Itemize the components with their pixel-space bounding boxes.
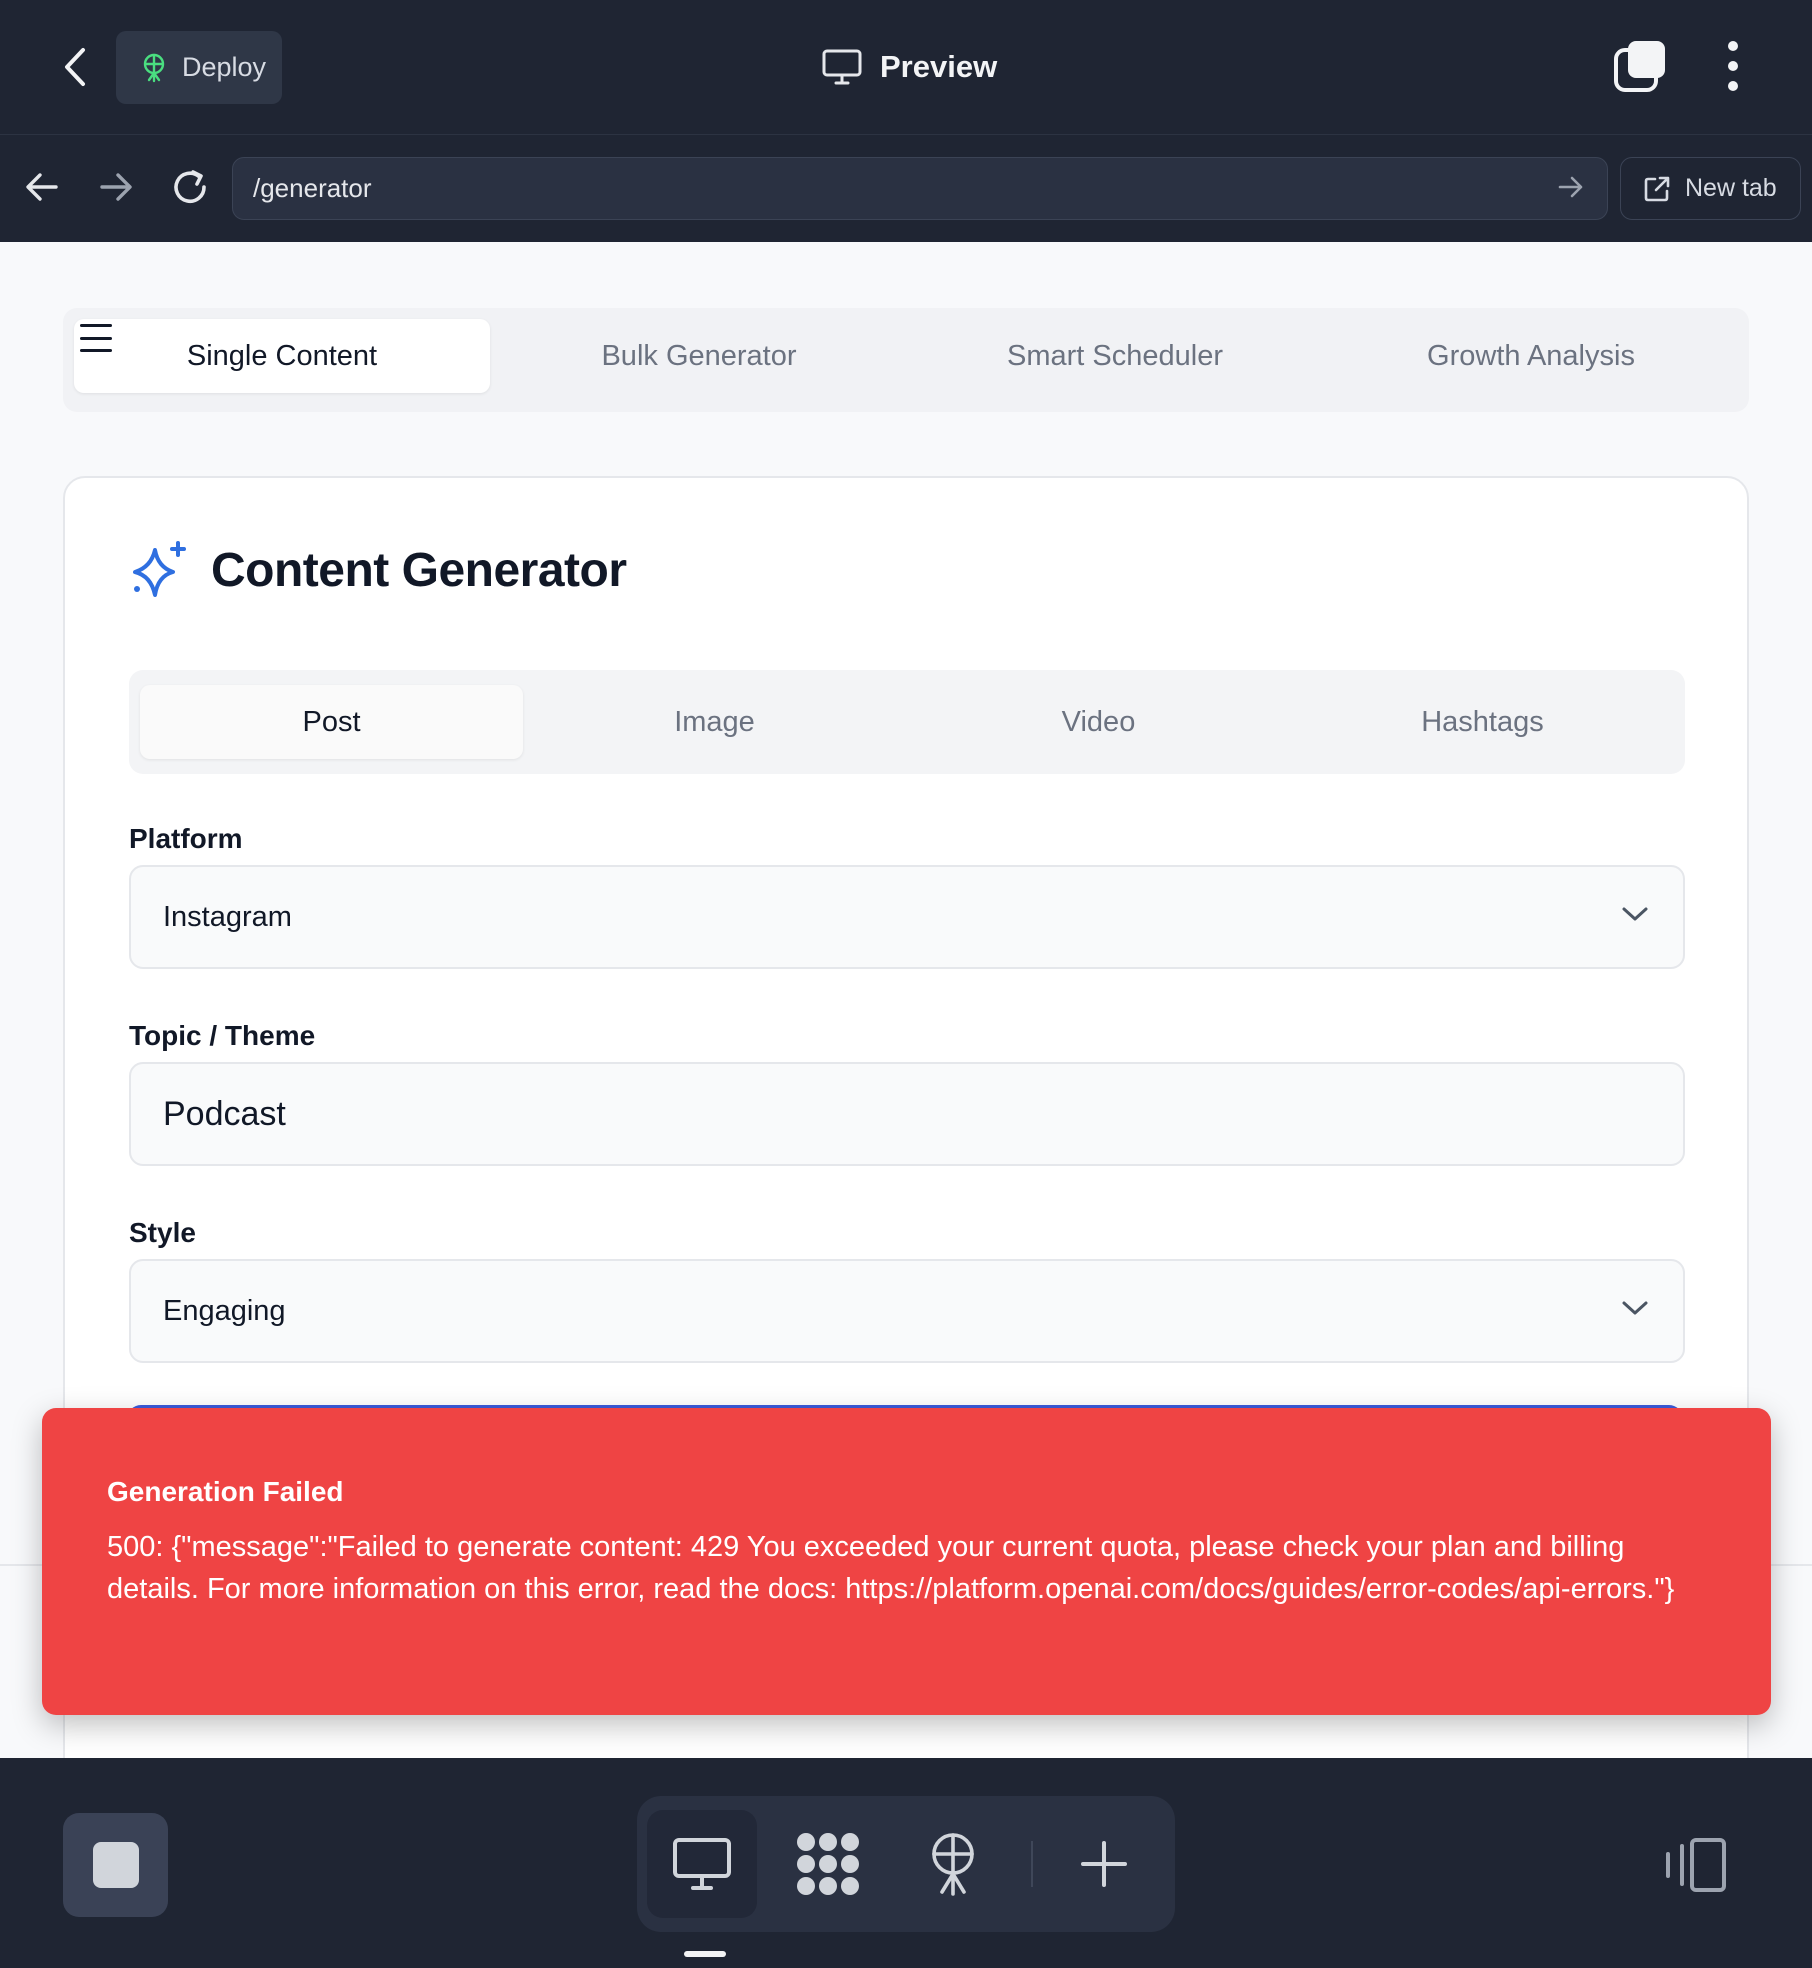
tab-bulk-generator[interactable]: Bulk Generator bbox=[491, 319, 907, 393]
tab-label: Hashtags bbox=[1421, 705, 1544, 738]
style-select[interactable]: Engaging bbox=[129, 1259, 1685, 1363]
nav-forward-button[interactable] bbox=[94, 165, 138, 209]
back-chevron-icon bbox=[65, 48, 85, 86]
preview-label: Preview bbox=[880, 49, 998, 84]
app-header: Deploy Preview bbox=[0, 0, 1812, 135]
url-text: /generator bbox=[253, 173, 372, 203]
nav-back-button[interactable] bbox=[20, 165, 64, 209]
deploy-label: Deploy bbox=[182, 52, 267, 82]
dock-bar bbox=[637, 1796, 1175, 1932]
arrow-right-icon bbox=[100, 173, 132, 201]
tab-hashtags[interactable]: Hashtags bbox=[1291, 685, 1674, 759]
preview-title: Preview bbox=[822, 40, 997, 94]
arrow-go-icon[interactable] bbox=[1557, 172, 1585, 202]
topic-value: Podcast bbox=[163, 1094, 286, 1133]
side-panel-icon bbox=[1666, 1838, 1726, 1892]
tab-label: Growth Analysis bbox=[1427, 339, 1635, 372]
style-label: Style bbox=[129, 1217, 196, 1248]
dock-desktop-button[interactable] bbox=[647, 1810, 757, 1918]
dock-apps-button[interactable] bbox=[773, 1810, 883, 1918]
deploy-button[interactable]: Deploy bbox=[116, 31, 282, 104]
tab-video[interactable]: Video bbox=[907, 685, 1290, 759]
monitor-icon bbox=[822, 49, 862, 85]
bottom-dock bbox=[0, 1758, 1812, 1968]
topic-label: Topic / Theme bbox=[129, 1020, 316, 1051]
broadcast-icon bbox=[932, 1833, 974, 1896]
external-link-icon bbox=[1644, 176, 1670, 201]
tab-image[interactable]: Image bbox=[523, 685, 906, 759]
deploy-tower-icon bbox=[143, 53, 165, 82]
toast-title: Generation Failed bbox=[107, 1476, 344, 1507]
platform-value: Instagram bbox=[163, 900, 292, 933]
tab-label: Image bbox=[674, 705, 755, 738]
desktop-icon bbox=[673, 1838, 731, 1890]
stop-icon bbox=[92, 1842, 139, 1888]
url-input[interactable]: /generator bbox=[232, 157, 1608, 220]
tab-smart-scheduler[interactable]: Smart Scheduler bbox=[907, 319, 1323, 393]
card-header: Content Generator bbox=[129, 540, 627, 600]
sparkles-icon bbox=[133, 541, 186, 597]
plus-icon bbox=[1081, 1841, 1127, 1887]
tab-growth-analysis[interactable]: Growth Analysis bbox=[1323, 319, 1739, 393]
tab-label: Bulk Generator bbox=[601, 339, 797, 372]
reload-button[interactable] bbox=[168, 165, 212, 209]
tabs-icon bbox=[1614, 41, 1665, 92]
content-type-tabs: Post Image Video Hashtags bbox=[129, 670, 1685, 774]
chevron-down-icon bbox=[1622, 907, 1648, 921]
stop-button[interactable] bbox=[63, 1813, 168, 1917]
dock-separator bbox=[1031, 1841, 1033, 1887]
side-panel-button[interactable] bbox=[1662, 1836, 1728, 1894]
apps-grid-icon bbox=[797, 1833, 859, 1895]
platform-select[interactable]: Instagram bbox=[129, 865, 1685, 969]
platform-label: Platform bbox=[129, 823, 243, 854]
more-options-button[interactable] bbox=[1715, 38, 1751, 94]
tab-post[interactable]: Post bbox=[140, 685, 523, 759]
back-button[interactable] bbox=[50, 40, 100, 94]
tab-label: Single Content bbox=[186, 339, 378, 372]
more-vertical-icon bbox=[1728, 41, 1738, 51]
new-tab-button[interactable]: New tab bbox=[1620, 157, 1801, 220]
toast-message: 500: {"message":"Failed to generate cont… bbox=[107, 1531, 1675, 1605]
tab-label: Video bbox=[1061, 705, 1136, 738]
hamburger-icon[interactable] bbox=[80, 324, 112, 352]
home-indicator bbox=[684, 1951, 726, 1957]
error-toast[interactable]: Generation Failed 500: {"message":"Faile… bbox=[42, 1408, 1771, 1715]
dock-deploy-button[interactable] bbox=[898, 1810, 1008, 1918]
dock-add-button[interactable] bbox=[1049, 1810, 1159, 1918]
main-tabs: Single Content Bulk Generator Smart Sche… bbox=[63, 308, 1749, 412]
new-tab-label: New tab bbox=[1685, 174, 1777, 202]
reload-icon bbox=[174, 170, 206, 203]
page-title: Content Generator bbox=[211, 543, 627, 597]
topic-input[interactable]: Podcast bbox=[129, 1062, 1685, 1166]
arrow-left-icon bbox=[26, 173, 58, 201]
tab-label: Post bbox=[302, 705, 361, 738]
tabs-button[interactable] bbox=[1612, 38, 1668, 94]
tab-label: Smart Scheduler bbox=[1007, 339, 1223, 372]
tab-single-content[interactable]: Single Content bbox=[74, 319, 490, 393]
style-value: Engaging bbox=[163, 1294, 286, 1327]
chevron-down-icon bbox=[1622, 1301, 1648, 1315]
